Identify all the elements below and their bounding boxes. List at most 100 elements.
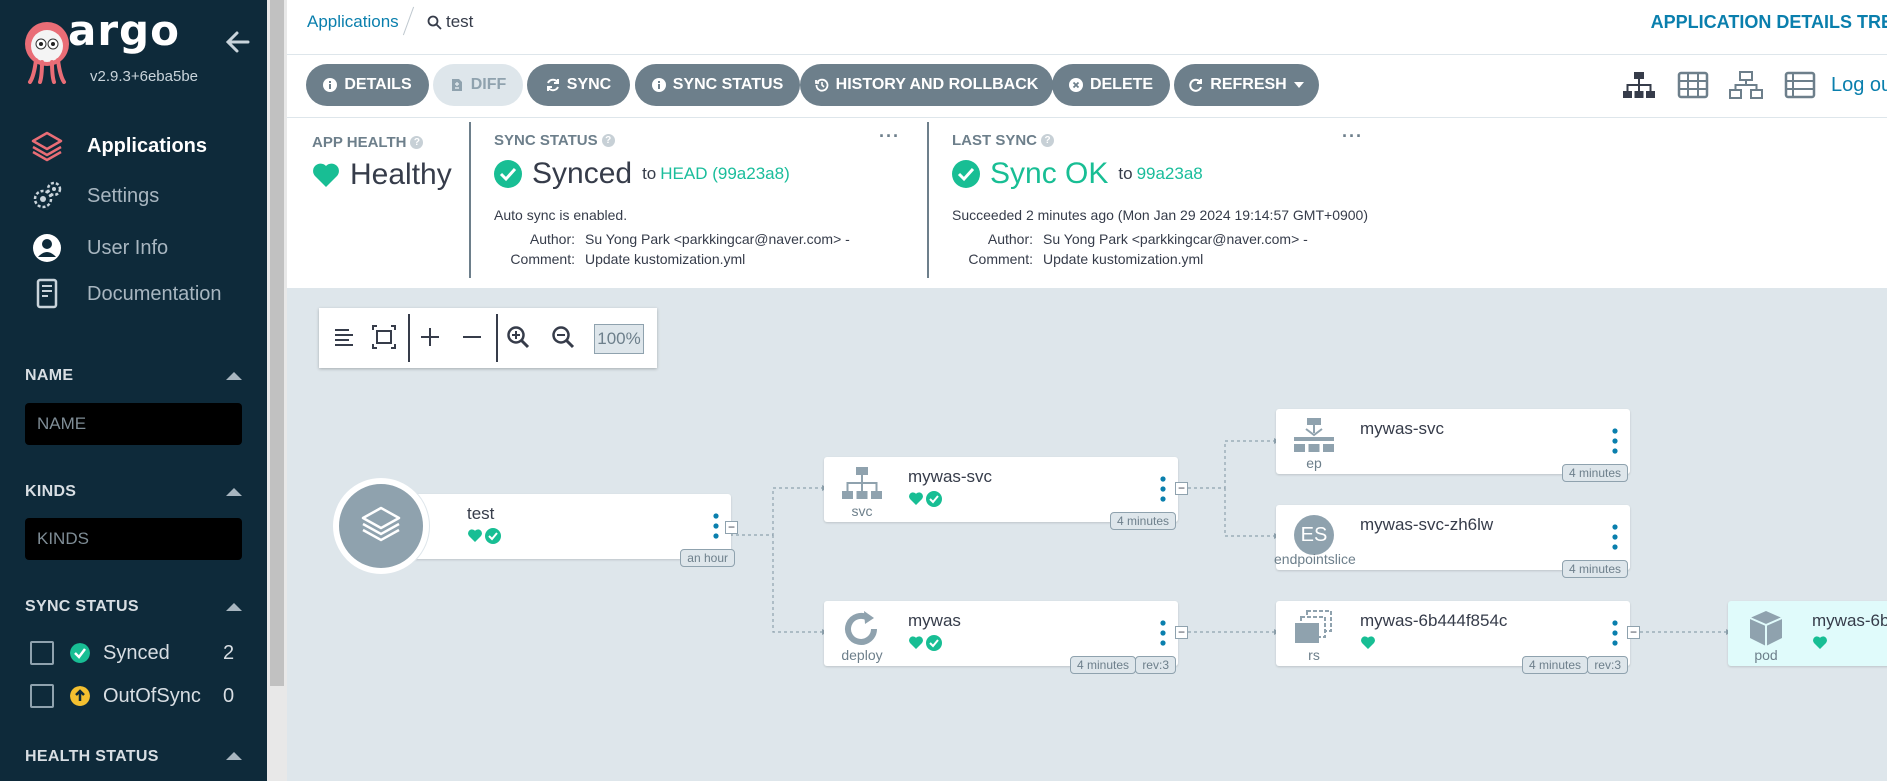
top-bar: Applications test APPLICATION DETAILS TR… xyxy=(287,0,1887,55)
last-sync-target-link[interactable]: 99a23a8 xyxy=(1137,164,1203,184)
node-title: mywas-6b444f854c xyxy=(1812,611,1887,630)
node-menu-icon[interactable] xyxy=(713,512,719,540)
node-age-tag: 4 minutes xyxy=(1521,656,1588,674)
app-node-test[interactable]: test an hour − xyxy=(333,478,738,574)
refresh-button[interactable]: REFRESH xyxy=(1174,64,1319,106)
sync-target-link[interactable]: HEAD (99a23a8) xyxy=(660,164,789,184)
heart-icon xyxy=(909,492,923,505)
collapse-name-filter-icon[interactable] xyxy=(226,372,242,380)
node-menu-icon[interactable] xyxy=(1160,619,1166,647)
tree-view-icon[interactable] xyxy=(1622,70,1656,100)
align-left-icon[interactable] xyxy=(331,324,357,350)
kinds-filter-input[interactable] xyxy=(25,518,242,560)
book-icon xyxy=(36,278,58,309)
node-rs-mywas-6b444f854c[interactable]: rs mywas-6b444f854c 4 minutes rev:3 xyxy=(1276,601,1630,674)
sync-filter-outofsync[interactable]: OutOfSync 0 xyxy=(30,682,240,710)
comment-key: Comment: xyxy=(968,251,1033,267)
sync-button[interactable]: SYNC xyxy=(527,64,630,106)
checkbox[interactable] xyxy=(30,641,54,665)
node-rev-tag: rev:3 xyxy=(1135,656,1176,674)
resource-tree-canvas[interactable]: 100% test an hour − svc mywas-svc 4 minu… xyxy=(287,288,1887,781)
diff-button[interactable]: DIFF xyxy=(433,64,523,106)
last-sync-more-icon[interactable]: ··· xyxy=(1342,126,1363,147)
pod-cube-icon xyxy=(1749,611,1783,646)
help-icon[interactable]: ? xyxy=(410,136,424,149)
nav-label: Documentation xyxy=(87,282,222,305)
zoom-level[interactable]: 100% xyxy=(594,324,644,354)
heart-icon xyxy=(313,163,339,187)
button-label: HISTORY AND ROLLBACK xyxy=(835,76,1039,93)
button-label: DETAILS xyxy=(344,76,412,93)
sync-status-text: Synced xyxy=(532,157,633,190)
list-view-icon[interactable] xyxy=(1783,70,1817,100)
node-title: mywas-6b444f854c xyxy=(1360,611,1508,630)
sync-filter-synced[interactable]: Synced 2 xyxy=(30,639,240,667)
network-view-icon[interactable] xyxy=(1729,70,1763,100)
heart-icon xyxy=(909,636,923,649)
collapse-sync-filter-icon[interactable] xyxy=(226,603,242,611)
sync-status-more-icon[interactable]: ··· xyxy=(879,126,900,147)
node-endpointslice-mywas-svc-zh6lw[interactable]: ES endpointslice mywas-svc-zh6lw 4 minut… xyxy=(1274,505,1630,578)
check-circle-icon xyxy=(926,635,942,651)
node-svc-mywas-svc[interactable]: svc mywas-svc 4 minutes xyxy=(824,457,1178,530)
details-button[interactable]: DETAILS xyxy=(306,64,429,106)
pods-view-icon[interactable] xyxy=(1676,70,1710,100)
expand-all-icon[interactable] xyxy=(417,324,443,350)
collapse-node-button[interactable]: − xyxy=(1627,626,1640,639)
delete-button[interactable]: DELETE xyxy=(1052,64,1170,106)
nav-applications[interactable]: Applications xyxy=(0,124,267,168)
sync-status-button[interactable]: SYNC STATUS xyxy=(635,64,800,106)
redo-icon xyxy=(1189,78,1203,92)
argo-logo[interactable] xyxy=(22,20,72,84)
node-age-tag: 4 minutes xyxy=(1109,512,1176,530)
sync-status-heading: SYNC STATUS xyxy=(494,132,598,149)
collapse-all-icon[interactable] xyxy=(459,324,485,350)
collapse-node-button[interactable]: − xyxy=(725,521,738,534)
node-menu-icon[interactable] xyxy=(1160,475,1166,503)
node-pod-mywas-6b444f854c[interactable]: pod mywas-6b444f854c xyxy=(1728,601,1887,666)
edge-app-svc xyxy=(730,487,822,536)
layers-icon xyxy=(361,506,401,542)
sync-icon xyxy=(546,78,559,92)
deployment-icon xyxy=(845,611,877,645)
history-rollback-button[interactable]: HISTORY AND ROLLBACK xyxy=(800,64,1053,106)
node-menu-icon[interactable] xyxy=(1612,523,1618,551)
collapse-kinds-filter-icon[interactable] xyxy=(226,488,242,496)
nav-documentation[interactable]: Documentation xyxy=(0,272,267,316)
author-key: Author: xyxy=(529,231,575,247)
zoom-in-icon[interactable] xyxy=(505,324,531,350)
breadcrumb-applications[interactable]: Applications xyxy=(307,12,399,32)
help-icon[interactable]: ? xyxy=(601,134,615,147)
last-sync-heading: LAST SYNC xyxy=(952,132,1038,149)
collapse-sidebar-icon[interactable] xyxy=(224,28,252,56)
last-sync-to-text: to xyxy=(1118,164,1133,183)
sync-filter-label: OutOfSync xyxy=(103,684,201,707)
button-label: DIFF xyxy=(470,76,507,93)
node-menu-icon[interactable] xyxy=(1612,427,1618,455)
nav-user-info[interactable]: User Info xyxy=(0,226,267,270)
node-title: mywas xyxy=(908,611,961,630)
collapse-health-filter-icon[interactable] xyxy=(226,752,242,760)
sync-filter-count: 2 xyxy=(223,641,235,664)
divider xyxy=(408,314,410,362)
service-icon xyxy=(842,467,882,499)
nav-settings[interactable]: Settings xyxy=(0,174,267,218)
collapse-node-button[interactable]: − xyxy=(1175,482,1188,495)
help-icon[interactable]: ? xyxy=(1041,134,1055,147)
node-kind: rs xyxy=(1308,647,1320,663)
fit-screen-icon[interactable] xyxy=(371,324,397,350)
node-menu-icon[interactable] xyxy=(1612,619,1618,647)
filter-kinds-heading: KINDS xyxy=(25,483,77,500)
node-age-tag: 4 minutes xyxy=(1561,464,1628,482)
name-filter-input[interactable] xyxy=(25,403,242,445)
collapse-node-button[interactable]: − xyxy=(1175,626,1188,639)
app-health-label: APP HEALTH ? xyxy=(312,134,424,151)
scrollbar-thumb[interactable] xyxy=(270,0,284,686)
checkbox[interactable] xyxy=(30,684,54,708)
logout-link[interactable]: Log out xyxy=(1831,74,1887,97)
author-value: Su Yong Park <parkkingcar@naver.com> - xyxy=(1043,231,1308,247)
zoom-out-icon[interactable] xyxy=(550,324,576,350)
node-ep-mywas-svc[interactable]: ep mywas-svc 4 minutes xyxy=(1276,409,1630,482)
layers-icon xyxy=(31,131,63,162)
node-deploy-mywas[interactable]: deploy mywas 4 minutes rev:3 xyxy=(824,601,1178,674)
